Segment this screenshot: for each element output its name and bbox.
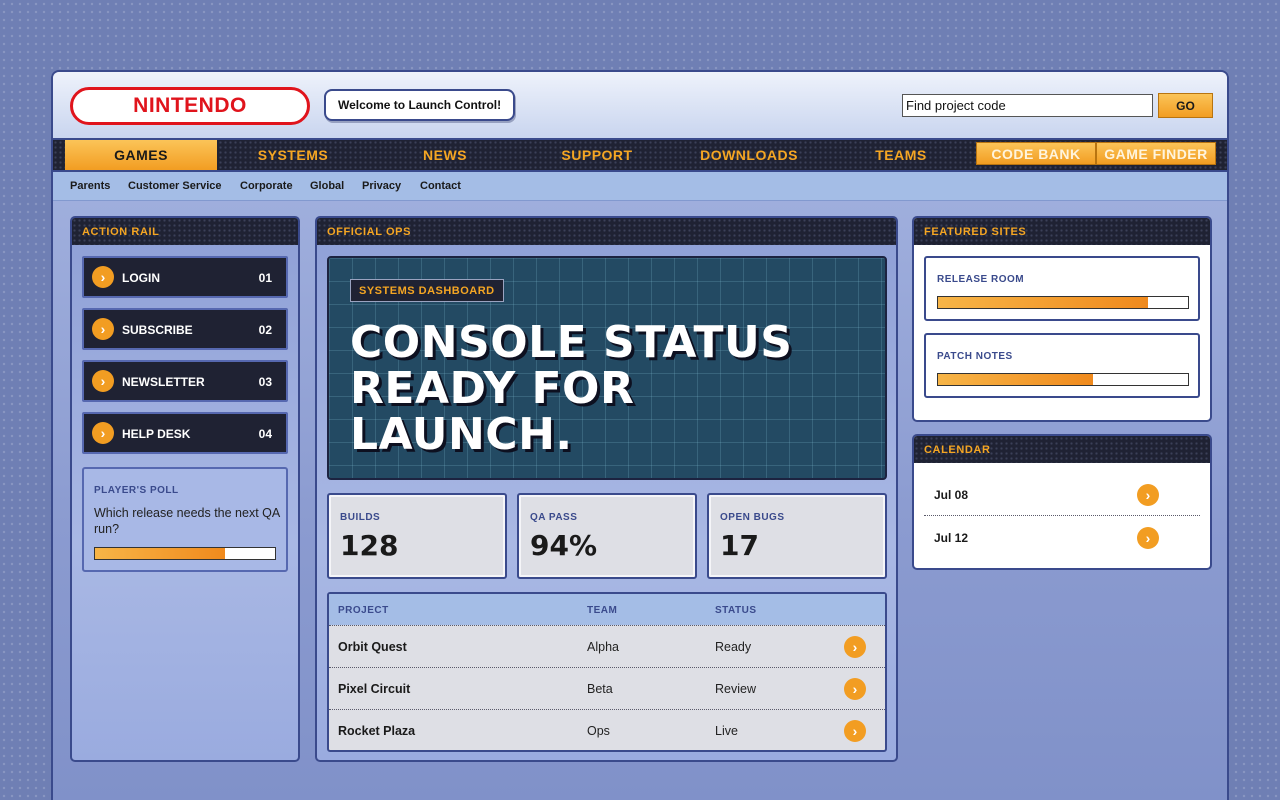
chevron-right-icon: ›: [92, 266, 114, 288]
subscribe-button[interactable]: › SUBSCRIBE 02: [82, 308, 288, 350]
utility-nav: Parents Customer Service Corporate Globa…: [53, 172, 1227, 201]
subnav-corporate[interactable]: Corporate: [240, 180, 293, 192]
chevron-right-icon: ›: [92, 370, 114, 392]
stat-value: 128: [340, 529, 399, 562]
rail-button-label: LOGIN: [122, 271, 160, 285]
featured-sites-panel: FEATURED SITES RELEASE ROOM PATCH NOTES: [912, 216, 1212, 422]
help-desk-button[interactable]: › HELP DESK 04: [82, 412, 288, 454]
project-cell: Orbit Quest: [338, 640, 407, 654]
poll-question: Which release needs the next QA run?: [94, 506, 280, 536]
stat-label: QA PASS: [530, 512, 578, 523]
site-header: NINTENDO Welcome to Launch Control! GO: [53, 72, 1227, 138]
team-cell: Ops: [587, 724, 610, 738]
hero-badge: SYSTEMS DASHBOARD: [350, 279, 504, 302]
action-rail-title: ACTION RAIL: [72, 218, 298, 245]
code-bank-button[interactable]: CODE BANK: [976, 142, 1096, 165]
stat-card-open-bugs: OPEN BUGS 17: [707, 493, 887, 579]
nav-tab-games[interactable]: GAMES: [65, 140, 217, 170]
stat-card-builds: BUILDS 128: [327, 493, 507, 579]
rail-button-label: HELP DESK: [122, 427, 191, 441]
chevron-right-icon[interactable]: ›: [844, 636, 866, 658]
poll-progress-bar: [94, 547, 276, 560]
card-label: PATCH NOTES: [937, 351, 1013, 362]
table-row[interactable]: Pixel Circuit Beta Review ›: [329, 667, 885, 709]
game-finder-button[interactable]: GAME FINDER: [1096, 142, 1216, 165]
main-nav: GAMES SYSTEMS NEWS SUPPORT DOWNLOADS TEA…: [53, 138, 1227, 172]
release-room-progress-fill: [938, 297, 1148, 308]
featured-sites-title: FEATURED SITES: [914, 218, 1210, 245]
project-search-input[interactable]: [902, 94, 1153, 117]
calendar-row[interactable]: Jul 08 ›: [924, 474, 1200, 516]
subnav-parents[interactable]: Parents: [70, 180, 110, 192]
patch-notes-card[interactable]: PATCH NOTES: [924, 333, 1200, 398]
calendar-title: CALENDAR: [914, 436, 1210, 463]
column-header-team: TEAM: [587, 605, 618, 616]
card-label: RELEASE ROOM: [937, 274, 1025, 285]
status-cell: Review: [715, 682, 756, 696]
rail-button-number: 02: [258, 323, 272, 337]
column-header-status: STATUS: [715, 605, 757, 616]
nav-tab-downloads[interactable]: DOWNLOADS: [673, 140, 825, 170]
chevron-right-icon[interactable]: ›: [1137, 484, 1159, 506]
chevron-right-icon[interactable]: ›: [844, 678, 866, 700]
hero-headline: CONSOLE STATUS READY FOR LAUNCH.: [350, 317, 793, 460]
subnav-contact[interactable]: Contact: [420, 180, 461, 192]
status-cell: Ready: [715, 640, 752, 654]
stat-label: BUILDS: [340, 512, 381, 523]
calendar-date: Jul 08: [934, 488, 969, 502]
hero-banner: SYSTEMS DASHBOARD CONSOLE STATUS READY F…: [327, 256, 887, 480]
chevron-right-icon[interactable]: ›: [844, 720, 866, 742]
table-row[interactable]: Orbit Quest Alpha Ready ›: [329, 625, 885, 667]
projects-table: PROJECT TEAM STATUS Orbit Quest Alpha Re…: [327, 592, 887, 752]
rail-button-number: 01: [258, 271, 272, 285]
rail-button-number: 03: [258, 375, 272, 389]
newsletter-button[interactable]: › NEWSLETTER 03: [82, 360, 288, 402]
status-cell: Live: [715, 724, 738, 738]
stat-value: 17: [720, 529, 759, 562]
calendar-panel: CALENDAR Jul 08 › Jul 12 ›: [912, 434, 1212, 570]
team-cell: Alpha: [587, 640, 619, 654]
stat-label: OPEN BUGS: [720, 512, 785, 523]
release-room-card[interactable]: RELEASE ROOM: [924, 256, 1200, 321]
subnav-privacy[interactable]: Privacy: [362, 180, 401, 192]
rail-button-label: NEWSLETTER: [122, 375, 205, 389]
nav-tab-teams[interactable]: TEAMS: [825, 140, 977, 170]
project-cell: Pixel Circuit: [338, 682, 411, 696]
nav-tab-systems[interactable]: SYSTEMS: [217, 140, 369, 170]
chevron-right-icon: ›: [92, 422, 114, 444]
chevron-right-icon: ›: [92, 318, 114, 340]
welcome-message: Welcome to Launch Control!: [324, 89, 516, 121]
patch-notes-progress-fill: [938, 374, 1093, 385]
table-row[interactable]: Rocket Plaza Ops Live ›: [329, 709, 885, 750]
patch-notes-progress-bar: [937, 373, 1189, 386]
stat-card-qa-pass: QA PASS 94%: [517, 493, 697, 579]
official-ops-panel: OFFICIAL OPS SYSTEMS DASHBOARD CONSOLE S…: [315, 216, 898, 762]
release-room-progress-bar: [937, 296, 1189, 309]
nintendo-logo[interactable]: NINTENDO: [70, 87, 310, 125]
app-frame: NINTENDO Welcome to Launch Control! GO G…: [51, 70, 1229, 800]
chevron-right-icon[interactable]: ›: [1137, 527, 1159, 549]
official-ops-title: OFFICIAL OPS: [317, 218, 896, 245]
action-rail-panel: ACTION RAIL › LOGIN 01 › SUBSCRIBE 02 › …: [70, 216, 300, 762]
rail-button-number: 04: [258, 427, 272, 441]
calendar-row[interactable]: Jul 12 ›: [924, 517, 1200, 559]
nav-tab-news[interactable]: NEWS: [369, 140, 521, 170]
column-header-project: PROJECT: [338, 605, 389, 616]
stat-value: 94%: [530, 529, 598, 562]
subnav-global[interactable]: Global: [310, 180, 344, 192]
subnav-customer-service[interactable]: Customer Service: [128, 180, 222, 192]
search-go-button[interactable]: GO: [1158, 93, 1213, 118]
nav-tab-support[interactable]: SUPPORT: [521, 140, 673, 170]
table-header: PROJECT TEAM STATUS: [329, 594, 885, 625]
poll-progress-fill: [95, 548, 225, 559]
team-cell: Beta: [587, 682, 613, 696]
rail-button-label: SUBSCRIBE: [122, 323, 193, 337]
players-poll: PLAYER'S POLL Which release needs the ne…: [82, 467, 288, 572]
calendar-date: Jul 12: [934, 531, 969, 545]
login-button[interactable]: › LOGIN 01: [82, 256, 288, 298]
poll-title: PLAYER'S POLL: [94, 485, 179, 496]
project-cell: Rocket Plaza: [338, 724, 416, 738]
